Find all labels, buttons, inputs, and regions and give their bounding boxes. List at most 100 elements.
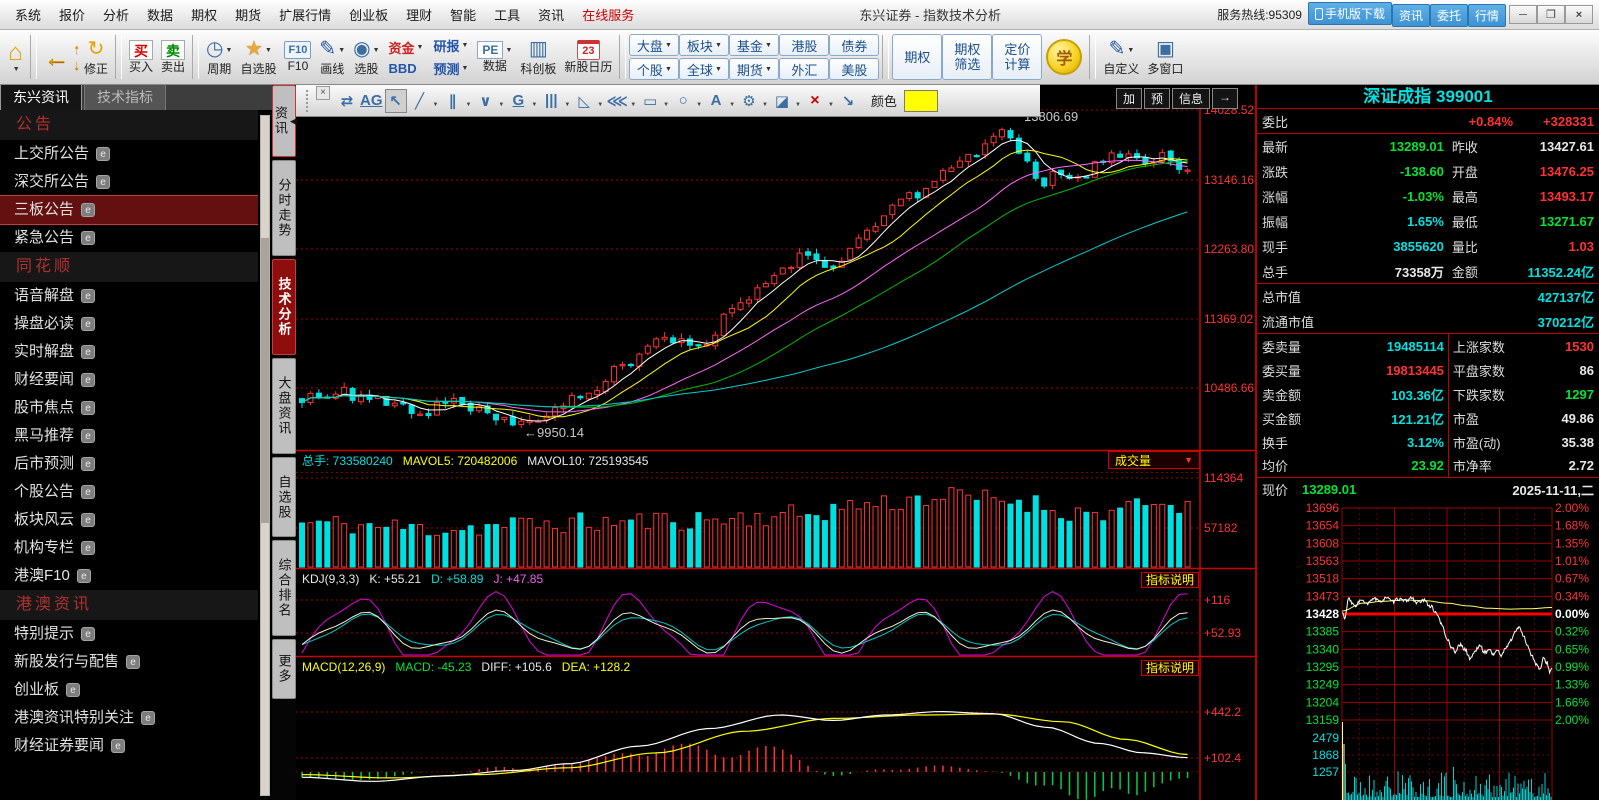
market-button-港股[interactable]: 港股 [779, 34, 829, 56]
draw-tool-8[interactable]: ||| [540, 89, 562, 113]
toolbar-button-画线[interactable]: ✎▼画线 [315, 37, 349, 77]
draw-tool-4[interactable]: ╱ [409, 89, 431, 113]
menu-item-10[interactable]: 智能 [441, 5, 485, 24]
sidebar-item-股市焦点[interactable]: 股市焦点e [0, 394, 258, 422]
vtab-自选股[interactable]: 自选股 [272, 457, 296, 537]
sidebar-item-港澳资讯特别关注[interactable]: 港澳资讯特别关注e [0, 704, 258, 732]
draw-tool-16[interactable]: × [804, 89, 826, 113]
toolbar-button-自定义[interactable]: ✎▼自定义 [1099, 37, 1143, 77]
menu-item-11[interactable]: 工具 [485, 5, 529, 24]
vtab-综合排名[interactable]: 综合排名 [272, 540, 296, 636]
vtab-更多[interactable]: 更多 [272, 639, 296, 699]
sidebar-item-操盘必读[interactable]: 操盘必读e [0, 310, 258, 338]
minimize-button[interactable]: ─ [1509, 5, 1537, 24]
menu-item-12[interactable]: 资讯 [529, 5, 573, 24]
sidebar-item-黑马推荐[interactable]: 黑马推荐e [0, 422, 258, 450]
draw-tool-15[interactable]: ◪ [771, 89, 793, 113]
draw-tool-10[interactable]: ⋘ [606, 89, 628, 113]
toolbar-button-期权筛选[interactable]: 期权 筛选 [942, 34, 992, 80]
sidebar-item-机构专栏[interactable]: 机构专栏e [0, 534, 258, 562]
chart-button-信息[interactable]: 信息 [1172, 88, 1210, 109]
sidebar-scrollbar[interactable] [260, 115, 270, 796]
draw-tool-5[interactable]: ∥ [441, 89, 463, 113]
menu-item-9[interactable]: 理财 [397, 5, 441, 24]
sidebar-item-特别提示[interactable]: 特别提示e [0, 620, 258, 648]
sidebar-item-三板公告[interactable]: 三板公告e [0, 196, 258, 224]
toolbar-button-定价计算[interactable]: 定价 计算 [992, 34, 1042, 80]
toolbar-button-修正[interactable]: ↻修正 [80, 37, 112, 77]
drawbar-close-icon[interactable]: × [316, 86, 330, 100]
vtab-大盘资讯[interactable]: 大盘资讯 [272, 358, 296, 454]
sidebar-tab-技术指标[interactable]: 技术指标 [84, 83, 166, 110]
sidebar-item-实时解盘[interactable]: 实时解盘e [0, 338, 258, 366]
learn-coin-button[interactable]: 学 [1046, 39, 1082, 75]
vtab-技术分析[interactable]: 技术分析 [272, 259, 296, 355]
sidebar-item-新股发行与配售[interactable]: 新股发行与配售e [0, 648, 258, 676]
market-button-大盘[interactable]: 大盘▼ [629, 34, 679, 56]
sidebar-item-板块风云[interactable]: 板块风云e [0, 506, 258, 534]
toolbar-button-数据[interactable]: PE▼数据 [473, 40, 516, 74]
draw-tool-2[interactable]: AG [360, 89, 383, 113]
expand-arrow-button[interactable]: → [1212, 88, 1238, 109]
toolbar-button-买入[interactable]: 买买入 [125, 39, 157, 75]
volume-indicator-button[interactable]: 成交量 ▼ [1108, 451, 1200, 469]
market-button-全球[interactable]: 全球▼ [679, 58, 729, 80]
toolbar-button-科创板[interactable]: ▥科创板 [516, 37, 560, 77]
menu-item-3[interactable]: 分析 [94, 5, 138, 24]
main-kline-chart[interactable]: 14028.5213146.1612263.8011369.0210486.66… [296, 85, 1255, 800]
chart-button-预[interactable]: 预 [1144, 88, 1170, 109]
menu-item-13[interactable]: 在线服务 [573, 5, 643, 24]
toolbar-button-周期[interactable]: ◷▼周期 [202, 37, 236, 77]
chart-button-加[interactable]: 加 [1116, 88, 1142, 109]
sidebar-tab-东兴资讯[interactable]: 东兴资讯 [0, 83, 82, 110]
sidebar-item-财经证券要闻[interactable]: 财经证券要闻e [0, 732, 258, 760]
quick-button-3[interactable]: 委托 [1430, 4, 1468, 27]
menu-item-2[interactable]: 报价 [50, 5, 94, 24]
toolbar-button-资金[interactable]: 资金▼ [384, 37, 429, 58]
quick-button-1[interactable]: 手机版下载 [1308, 2, 1392, 25]
toolbar-button-选股[interactable]: ◉▼选股 [349, 37, 383, 77]
toolbar-button-BBD[interactable]: BBD [384, 60, 429, 77]
toolbar-button-研报[interactable]: 研报▼ [428, 35, 473, 56]
sidebar-item-后市预测[interactable]: 后市预测e [0, 450, 258, 478]
toolbar-button-多窗口[interactable]: ▣多窗口 [1143, 37, 1187, 77]
sidebar-item-财经要闻[interactable]: 财经要闻e [0, 366, 258, 394]
menu-item-6[interactable]: 期货 [226, 5, 270, 24]
toolbar-button-期权[interactable]: 期权 [892, 34, 942, 80]
draw-tool-1[interactable]: ⇄ [336, 89, 358, 113]
draw-tool-13[interactable]: A [705, 89, 727, 113]
draw-tool-6[interactable]: ∨ [474, 89, 496, 113]
toolbar-button-自选股[interactable]: ★▼自选股 [236, 37, 280, 77]
sidebar-item-创业板[interactable]: 创业板e [0, 676, 258, 704]
kdj-help-button[interactable]: 指标说明 [1141, 572, 1199, 588]
draw-tool-7[interactable]: G [507, 89, 529, 113]
toolbar-button-F10[interactable]: F10F10 [280, 40, 315, 74]
market-button-美股[interactable]: 美股 [829, 58, 879, 80]
vtab-资讯[interactable]: ◀资讯 [272, 85, 296, 157]
close-button[interactable]: × [1565, 5, 1593, 24]
quick-button-4[interactable]: 行情 [1468, 4, 1506, 27]
draw-tool-14[interactable]: ⚙ [738, 89, 760, 113]
sidebar-item-语音解盘[interactable]: 语音解盘e [0, 282, 258, 310]
market-button-板块[interactable]: 板块▼ [679, 34, 729, 56]
draw-tool-17[interactable]: ↘ [837, 89, 859, 113]
menu-item-7[interactable]: 扩展行情 [270, 5, 340, 24]
menu-item-5[interactable]: 期权 [182, 5, 226, 24]
sidebar-item-深交所公告[interactable]: 深交所公告e [0, 168, 258, 196]
draw-tool-9[interactable]: ◺ [573, 89, 595, 113]
toolbar-button-新股日历[interactable]: 23新股日历 [560, 39, 616, 75]
market-button-债券[interactable]: 债券 [829, 34, 879, 56]
draw-tool-11[interactable]: ▭ [639, 89, 661, 113]
market-button-基金[interactable]: 基金▼ [729, 34, 779, 56]
restore-button[interactable]: ❐ [1537, 5, 1565, 24]
draw-tool-12[interactable]: ○ [672, 89, 694, 113]
sidebar-item-上交所公告[interactable]: 上交所公告e [0, 140, 258, 168]
back-button[interactable]: ← [40, 36, 74, 78]
sidebar-item-港澳F10[interactable]: 港澳F10e [0, 562, 258, 590]
menu-item-8[interactable]: 创业板 [340, 5, 397, 24]
draw-tool-3[interactable]: ↖ [385, 89, 407, 113]
sidebar-item-个股公告[interactable]: 个股公告e [0, 478, 258, 506]
macd-help-button[interactable]: 指标说明 [1141, 660, 1199, 676]
toolbar-button-预测[interactable]: 预测▼ [428, 58, 473, 79]
menu-item-4[interactable]: 数据 [138, 5, 182, 24]
